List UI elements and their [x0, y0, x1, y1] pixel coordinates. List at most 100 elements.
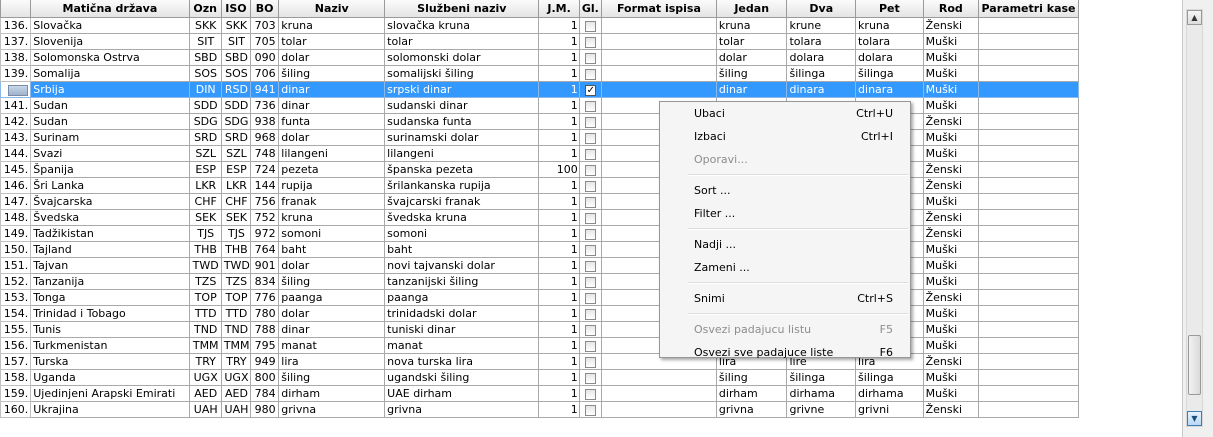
cell-rod[interactable]: Muški [922, 369, 980, 386]
cell-rod[interactable]: Muški [922, 321, 980, 338]
cell-rod[interactable]: Muški [922, 241, 980, 258]
cell-jedan[interactable]: grivna [715, 401, 788, 418]
corner-header[interactable] [0, 0, 32, 18]
checkbox-gl[interactable] [585, 340, 597, 352]
cell-gl[interactable] [578, 369, 602, 386]
cell-jm[interactable]: 1 [538, 321, 580, 338]
menu-item-filter[interactable]: Filter ... [660, 202, 910, 225]
cell-parametri-kase[interactable] [978, 193, 1079, 210]
cell-iso[interactable]: AED [220, 385, 252, 402]
cell-sluzbeni-naziv[interactable]: manat [384, 337, 540, 354]
cell-parametri-kase[interactable] [978, 273, 1079, 290]
cell-naziv[interactable]: dolar [278, 49, 386, 66]
checkbox-gl[interactable] [585, 52, 597, 64]
cell-gl[interactable] [578, 209, 602, 226]
cell-parametri-kase[interactable] [978, 385, 1079, 402]
menu-item-nadji[interactable]: Nadji ... [660, 233, 910, 256]
cell-jm[interactable]: 1 [538, 113, 580, 130]
cell-gl[interactable] [578, 65, 602, 82]
cell-pet[interactable]: dolara [855, 49, 924, 66]
row-number[interactable]: 146. [0, 177, 32, 194]
cell-rod[interactable]: Ženski [922, 289, 980, 306]
cell-ozn[interactable]: DIN [188, 81, 222, 98]
cell-parametri-kase[interactable] [978, 177, 1079, 194]
cell-pet[interactable]: grivni [855, 401, 924, 418]
table-row[interactable]: 155. Tunis TND TND 788 dinar tuniski dinar 1 Muš… [0, 321, 1079, 338]
cell-jm[interactable]: 1 [538, 49, 580, 66]
cell-parametri-kase[interactable] [978, 257, 1079, 274]
cell-iso[interactable]: SDG [220, 113, 252, 130]
cell-bo[interactable]: 788 [250, 321, 280, 338]
cell-sluzbeni-naziv[interactable]: UAE dirham [384, 385, 540, 402]
cell-parametri-kase[interactable] [978, 161, 1079, 178]
cell-rod[interactable]: Muški [922, 129, 980, 146]
row-number[interactable]: 148. [0, 209, 32, 226]
cell-format-ispisa[interactable] [600, 49, 717, 66]
cell-iso[interactable]: SRD [220, 129, 252, 146]
cell-jm[interactable]: 1 [538, 401, 580, 418]
cell-jm[interactable]: 1 [538, 129, 580, 146]
cell-naziv[interactable]: kruna [278, 209, 386, 226]
cell-ozn[interactable]: TJS [188, 225, 222, 242]
cell-iso[interactable]: SKK [220, 17, 252, 34]
cell-sluzbeni-naziv[interactable]: tuniski dinar [384, 321, 540, 338]
cell-rod[interactable]: Muški [922, 337, 980, 354]
cell-sluzbeni-naziv[interactable]: lilangeni [384, 145, 540, 162]
cell-ozn[interactable]: SRD [188, 129, 222, 146]
col-header-ozn[interactable]: Ozn [188, 0, 222, 18]
cell-rod[interactable]: Muški [922, 33, 980, 50]
row-number[interactable]: 151. [0, 257, 32, 274]
col-header-gl[interactable]: Gl. [578, 0, 602, 18]
cell-bo[interactable]: 784 [250, 385, 280, 402]
cell-maticna-drzava[interactable]: Tajland [30, 241, 190, 258]
cell-bo[interactable]: 090 [250, 49, 280, 66]
cell-jm[interactable]: 100 [538, 161, 580, 178]
col-header-parametri-kase[interactable]: Parametri kase [978, 0, 1079, 18]
cell-iso[interactable]: TND [220, 321, 252, 338]
cell-sluzbeni-naziv[interactable]: surinamski dolar [384, 129, 540, 146]
cell-ozn[interactable]: SZL [188, 145, 222, 162]
menu-item-osvezi-sve-padajuce-liste[interactable]: Osvezi sve padajuce liste F6 [660, 341, 910, 364]
cell-iso[interactable]: CHF [220, 193, 252, 210]
cell-rod[interactable]: Ženski [922, 161, 980, 178]
checkbox-gl[interactable] [585, 276, 597, 288]
menu-item-sort[interactable]: Sort ... [660, 179, 910, 202]
col-header-jedan[interactable]: Jedan [715, 0, 788, 18]
cell-gl[interactable] [578, 193, 602, 210]
checkbox-gl[interactable] [585, 68, 597, 80]
cell-naziv[interactable]: tolar [278, 33, 386, 50]
checkbox-gl[interactable] [585, 180, 597, 192]
menu-item-izbaci[interactable]: Izbaci Ctrl+I [660, 125, 910, 148]
row-number[interactable]: 141. [0, 97, 32, 114]
cell-naziv[interactable]: šiling [278, 273, 386, 290]
cell-ozn[interactable]: SDG [188, 113, 222, 130]
checkbox-gl[interactable] [585, 292, 597, 304]
cell-rod[interactable]: Muški [922, 193, 980, 210]
cell-maticna-drzava[interactable]: Srbija [30, 81, 190, 98]
checkbox-gl[interactable] [585, 36, 597, 48]
cell-rod[interactable]: Muški [922, 97, 980, 114]
cell-parametri-kase[interactable] [978, 289, 1079, 306]
cell-ozn[interactable]: SDD [188, 97, 222, 114]
cell-iso[interactable]: RSD [220, 81, 252, 98]
cell-jm[interactable]: 1 [538, 193, 580, 210]
cell-jm[interactable]: 1 [538, 145, 580, 162]
col-header-maticna-drzava[interactable]: Matična država [30, 0, 190, 18]
cell-iso[interactable]: SDD [220, 97, 252, 114]
cell-jedan[interactable]: šiling [715, 65, 788, 82]
row-number[interactable]: 138. [0, 49, 32, 66]
cell-jm[interactable]: 1 [538, 65, 580, 82]
checkbox-gl[interactable] [585, 20, 597, 32]
row-number[interactable]: 159. [0, 385, 32, 402]
cell-naziv[interactable]: dirham [278, 385, 386, 402]
cell-jm[interactable]: 1 [538, 385, 580, 402]
cell-sluzbeni-naziv[interactable]: tolar [384, 33, 540, 50]
cell-iso[interactable]: SOS [220, 65, 252, 82]
cell-gl[interactable] [578, 241, 602, 258]
checkbox-gl[interactable] [585, 212, 597, 224]
cell-parametri-kase[interactable] [978, 81, 1079, 98]
cell-dva[interactable]: šilinga [786, 369, 857, 386]
cell-bo[interactable]: 752 [250, 209, 280, 226]
cell-gl[interactable] [578, 273, 602, 290]
cell-naziv[interactable]: dolar [278, 305, 386, 322]
